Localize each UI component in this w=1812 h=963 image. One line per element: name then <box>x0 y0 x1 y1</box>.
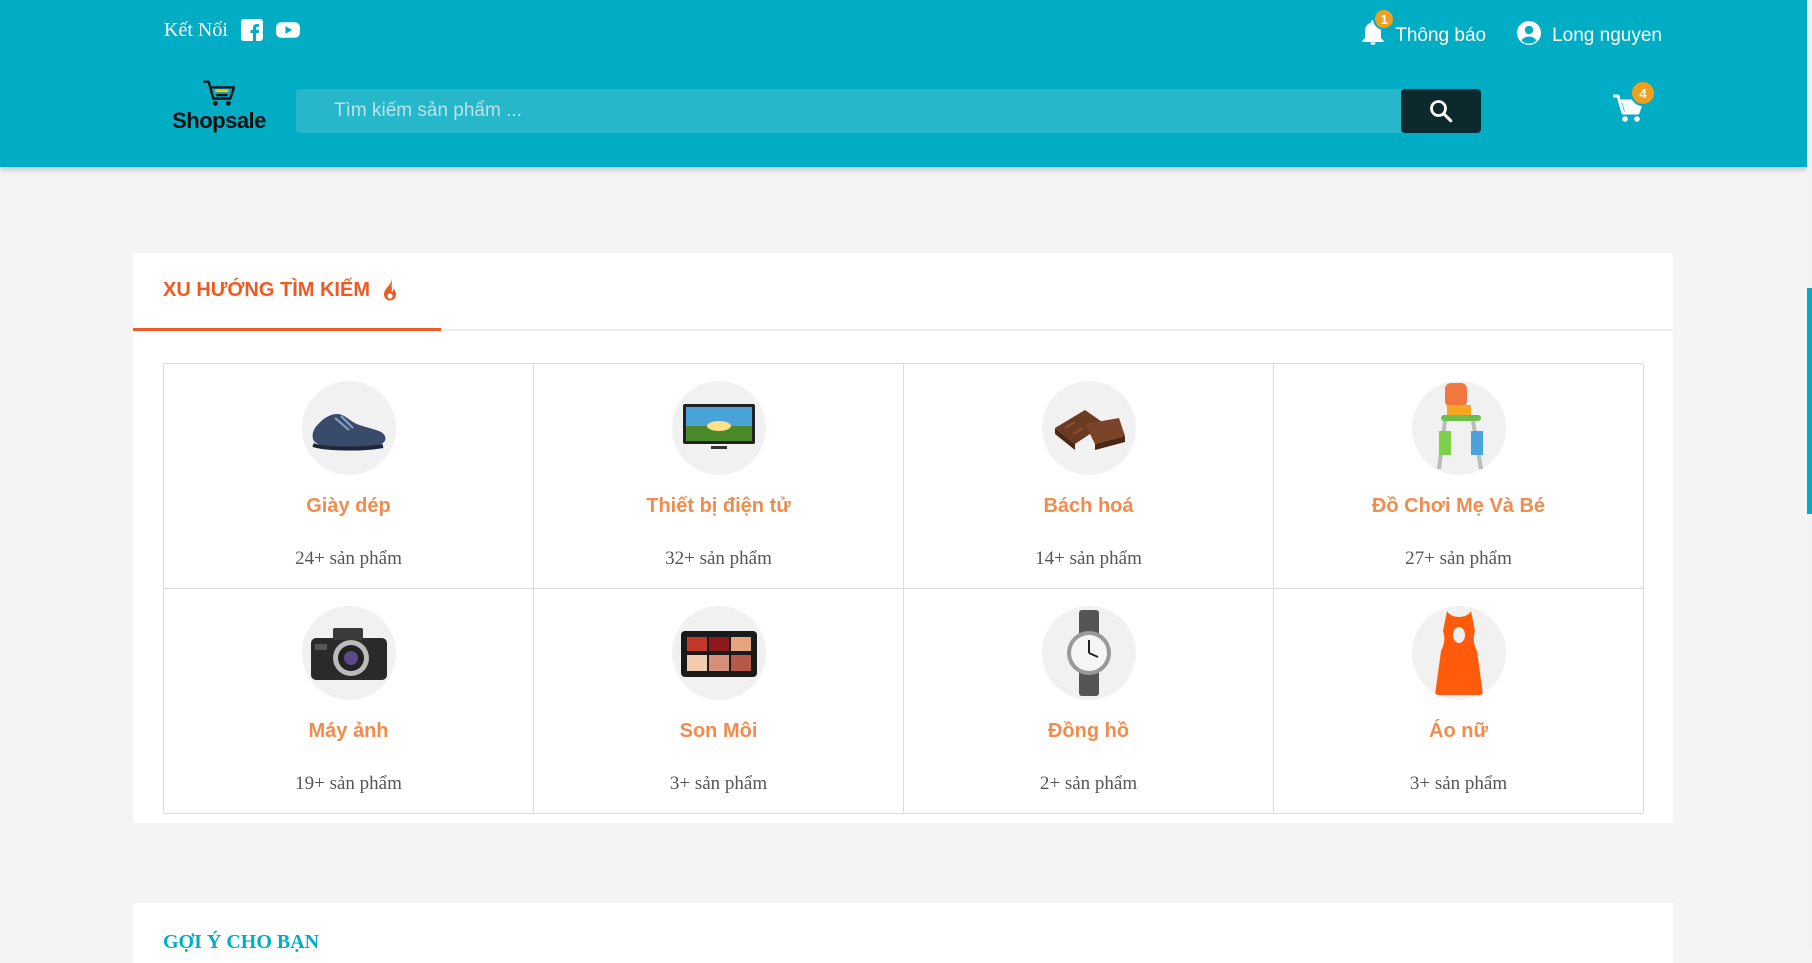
user-name: Long nguyen <box>1552 25 1662 46</box>
youtube-icon[interactable] <box>275 18 300 42</box>
facebook-icon[interactable] <box>240 18 264 42</box>
category-name: Giày dép <box>306 495 391 517</box>
scrollbar-thumb[interactable] <box>1807 288 1812 514</box>
tv-icon <box>671 381 766 475</box>
search-button[interactable] <box>1401 89 1481 133</box>
trending-tab[interactable]: XU HƯỚNG TÌM KIẾM <box>163 277 400 303</box>
category-name: Áo nữ <box>1429 720 1488 742</box>
category-card[interactable]: Áo nữ 3+ sản phẩm <box>1274 589 1644 814</box>
category-card[interactable]: Son Môi 3+ sản phẩm <box>534 589 904 814</box>
category-card[interactable]: Máy ảnh 19+ sản phẩm <box>164 589 534 814</box>
trending-header: XU HƯỚNG TÌM KIẾM <box>133 253 1673 331</box>
category-count: 27+ sản phẩm <box>1405 548 1512 569</box>
notification-label: Thông báo <box>1395 25 1487 46</box>
dress-icon <box>1411 606 1506 700</box>
category-name: Thiết bị điện tử <box>646 495 791 517</box>
category-card[interactable]: Đồ Chơi Mẹ Và Bé 27+ sản phẩm <box>1274 364 1644 589</box>
category-name: Đồ Chơi Mẹ Và Bé <box>1371 495 1546 517</box>
connect-label: Kết Nối <box>164 18 228 41</box>
search-input[interactable] <box>296 89 1398 133</box>
search-bar <box>296 89 1481 133</box>
category-grid: Giày dép 24+ sản phẩm Thiết bị điện tử 3… <box>163 363 1644 814</box>
category-name: Son Môi <box>679 720 758 742</box>
chocolate-icon <box>1041 381 1136 475</box>
category-card[interactable]: Đồng hồ 2+ sản phẩm <box>904 589 1274 814</box>
notification-link[interactable]: 1 Thông báo <box>1361 8 1487 52</box>
category-name: Bách hoá <box>1043 495 1134 517</box>
category-card[interactable]: Giày dép 24+ sản phẩm <box>164 364 534 589</box>
trending-title: XU HƯỚNG TÌM KIẾM <box>163 278 370 301</box>
notification-badge: 1 <box>1373 8 1396 30</box>
watch-icon <box>1041 606 1136 700</box>
camera-icon <box>301 606 396 700</box>
trending-section: XU HƯỚNG TÌM KIẾM Giày dép 24+ sản phẩm … <box>133 253 1673 823</box>
category-card[interactable]: Thiết bị điện tử 32+ sản phẩm <box>534 364 904 589</box>
tab-underline <box>133 328 441 331</box>
category-count: 24+ sản phẩm <box>295 548 402 569</box>
logo-text: Shopsale <box>172 108 266 133</box>
category-count: 19+ sản phẩm <box>295 773 402 794</box>
account-circle-icon <box>1516 20 1542 52</box>
category-name: Máy ảnh <box>308 720 389 742</box>
category-card[interactable]: Bách hoá 14+ sản phẩm <box>904 364 1274 589</box>
category-count: 14+ sản phẩm <box>1035 548 1142 569</box>
category-count: 3+ sản phẩm <box>669 773 768 794</box>
social-links: Kết Nối <box>164 18 300 42</box>
category-count: 32+ sản phẩm <box>665 548 772 569</box>
cart-button[interactable]: 4 <box>1612 80 1656 126</box>
user-account-link[interactable]: Long nguyen <box>1516 20 1662 52</box>
site-header: Kết Nối 1 Thông báo Long nguyen Shopsale <box>0 0 1807 167</box>
fire-icon <box>383 278 396 301</box>
user-nav: 1 Thông báo Long nguyen <box>1361 8 1662 52</box>
search-icon <box>1430 100 1453 123</box>
cart-logo-icon <box>203 80 236 106</box>
high-chair-icon <box>1411 381 1506 475</box>
category-name: Đồng hồ <box>1047 720 1130 742</box>
shoe-icon <box>301 381 396 475</box>
shopsale-logo[interactable]: Shopsale <box>166 78 272 134</box>
scrollbar-track[interactable] <box>1807 0 1812 951</box>
cart-badge: 4 <box>1630 80 1656 106</box>
category-count: 2+ sản phẩm <box>1039 773 1138 794</box>
category-count: 3+ sản phẩm <box>1409 773 1508 794</box>
suggestion-section: GỢI Ý CHO BẠN <box>133 903 1673 963</box>
makeup-palette-icon <box>671 606 766 700</box>
